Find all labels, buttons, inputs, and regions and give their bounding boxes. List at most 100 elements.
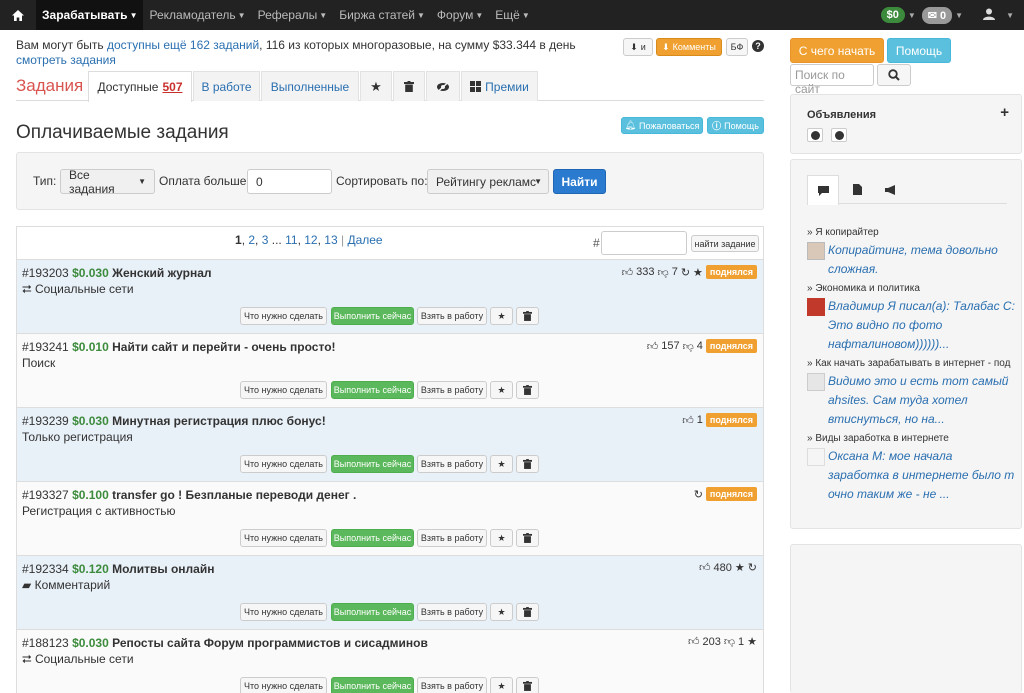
feed-topic[interactable]: » Я копирайтер	[807, 226, 1015, 240]
available-tasks-link[interactable]: доступны ещё 162 заданий	[107, 38, 259, 52]
favorite-button[interactable]: ★	[490, 677, 513, 693]
task-id-input[interactable]	[601, 231, 687, 255]
favorite-button[interactable]: ★	[490, 603, 513, 621]
page-11-link[interactable]: 11	[285, 233, 297, 247]
take-to-work-button[interactable]: Взять в работу	[417, 603, 487, 621]
task-title[interactable]: #193203 $0.030 Женский журнал	[22, 266, 212, 280]
task-title[interactable]: #193241 $0.010 Найти сайт и перейти - оч…	[22, 340, 336, 354]
view-tasks-link[interactable]: смотреть задания	[16, 53, 116, 67]
what-to-do-button[interactable]: Что нужно сделать	[240, 455, 327, 473]
help-button[interactable]: ⓘ Помощь	[707, 117, 764, 134]
hide-button[interactable]	[516, 381, 539, 399]
take-to-work-button[interactable]: Взять в работу	[417, 381, 487, 399]
tab-available[interactable]: Доступные 507	[88, 71, 192, 102]
page-12-link[interactable]: 12	[304, 233, 317, 247]
avatar	[807, 298, 825, 316]
feed-comment-text[interactable]: Копирайтинг, тема довольно сложная.	[828, 241, 1015, 279]
hide-button[interactable]	[516, 307, 539, 325]
tab-hidden[interactable]	[426, 71, 460, 101]
site-search-input[interactable]: Поиск по сайт	[790, 64, 874, 96]
feed-topic[interactable]: » Виды заработка в интернете	[807, 432, 1015, 446]
nav-forum[interactable]: Форум ▼	[431, 0, 489, 30]
task-row: #188123 $0.030 Репосты сайта Форум прогр…	[17, 629, 763, 693]
feed-comment-text[interactable]: Оксана М: мое начала заработка в интерне…	[828, 447, 1015, 504]
what-to-do-button[interactable]: Что нужно сделать	[240, 603, 327, 621]
find-task-button[interactable]: найти задание	[691, 235, 759, 252]
task-price: $0.030	[72, 636, 109, 650]
nav-advertiser[interactable]: Рекламодатель ▼	[143, 0, 251, 30]
favorite-button[interactable]: ★	[490, 381, 513, 399]
do-now-button[interactable]: Выполнить сейчас	[331, 529, 414, 547]
tab-in-work[interactable]: В работе	[193, 71, 260, 101]
favorite-button[interactable]: ★	[490, 307, 513, 325]
mail-badge[interactable]: ✉ 0	[921, 6, 953, 24]
getting-started-button[interactable]: С чего начать	[790, 38, 884, 63]
what-to-do-button[interactable]: Что нужно сделать	[240, 307, 327, 325]
bf-button[interactable]: БФ	[726, 38, 748, 56]
page-1: 1	[235, 233, 242, 247]
task-row: #193203 $0.030 Женский журнал ⮂ Социальн…	[17, 259, 763, 333]
feed-topic[interactable]: » Экономика и политика	[807, 282, 1015, 296]
tab-announcements[interactable]	[875, 175, 907, 204]
task-title[interactable]: #193239 $0.030 Минутная регистрация плюс…	[22, 414, 326, 428]
tab-favorites[interactable]: ★	[360, 71, 392, 101]
task-category-label: Социальные сети	[34, 282, 134, 296]
sidebar-help-button[interactable]: Помощь	[887, 38, 951, 63]
user-icon[interactable]	[983, 8, 996, 23]
what-to-do-button[interactable]: Что нужно сделать	[240, 677, 327, 693]
tab-articles[interactable]	[841, 175, 873, 204]
do-now-button[interactable]: Выполнить сейчас	[331, 455, 414, 473]
type-select[interactable]: Все задания ▼	[60, 168, 155, 196]
feed-topic[interactable]: » Как начать зарабатывать в интернет - п…	[807, 357, 1015, 371]
nav-referrals[interactable]: Рефералы ▼	[252, 0, 334, 30]
nav-earn[interactable]: Зарабатывать ▼	[36, 0, 144, 30]
ads-prev-button[interactable]	[807, 128, 823, 142]
find-button[interactable]: Найти	[553, 169, 606, 194]
hide-button[interactable]	[516, 529, 539, 547]
nav-article-exchange[interactable]: Биржа статей ▼	[333, 0, 431, 30]
do-now-button[interactable]: Выполнить сейчас	[331, 603, 414, 621]
search-button[interactable]	[877, 64, 911, 86]
tab-comments[interactable]	[807, 175, 839, 205]
hide-button[interactable]	[516, 677, 539, 693]
do-now-button[interactable]: Выполнить сейчас	[331, 677, 414, 693]
comments-button[interactable]: ⬇ Комменты	[656, 38, 722, 56]
complain-button[interactable]: 🔔︎ Пожаловаться	[621, 117, 703, 134]
tab-bonuses[interactable]: Премии	[461, 71, 538, 101]
star-icon: ★	[497, 606, 506, 617]
take-to-work-button[interactable]: Взять в работу	[417, 307, 487, 325]
page-13-link[interactable]: 13	[324, 233, 337, 247]
sort-select[interactable]: Рейтингу рекламс ▼	[427, 169, 549, 194]
hide-button[interactable]	[516, 455, 539, 473]
feed-comment-text[interactable]: Видимо это и есть тот самый ahsites. Сам…	[828, 372, 1015, 429]
task-title[interactable]: #193327 $0.100 transfer go ! Безпланые п…	[22, 488, 356, 502]
tab-done[interactable]: Выполненные	[261, 71, 359, 101]
download-label: и	[640, 42, 646, 52]
do-now-button[interactable]: Выполнить сейчас	[331, 381, 414, 399]
what-to-do-button[interactable]: Что нужно сделать	[240, 529, 327, 547]
ads-next-button[interactable]	[831, 128, 847, 142]
task-title[interactable]: #188123 $0.030 Репосты сайта Форум прогр…	[22, 636, 428, 650]
pay-input[interactable]: 0	[247, 169, 332, 194]
nav-more[interactable]: Ещё ▼	[489, 0, 535, 30]
page-2-link[interactable]: 2	[248, 233, 255, 247]
take-to-work-button[interactable]: Взять в работу	[417, 529, 487, 547]
help-question-icon[interactable]: ?	[752, 40, 764, 52]
task-title[interactable]: #192334 $0.120 Молитвы онлайн	[22, 562, 214, 576]
balance-badge[interactable]: $0	[880, 7, 905, 23]
home-icon[interactable]	[0, 0, 36, 30]
favorite-button[interactable]: ★	[490, 529, 513, 547]
take-to-work-button[interactable]: Взять в работу	[417, 455, 487, 473]
feed-comment-text[interactable]: Владимир Я писал(а): Талабас С: Это видн…	[828, 297, 1015, 354]
next-page-link[interactable]: Далее	[347, 233, 382, 247]
page-3-link[interactable]: 3	[262, 233, 269, 247]
add-ad-button[interactable]: +	[1000, 104, 1009, 121]
hide-button[interactable]	[516, 603, 539, 621]
caret-down-icon: ▼	[534, 177, 542, 186]
download-button[interactable]: ⬇ и	[623, 38, 653, 56]
tab-trash[interactable]	[393, 71, 425, 101]
favorite-button[interactable]: ★	[490, 455, 513, 473]
do-now-button[interactable]: Выполнить сейчас	[331, 307, 414, 325]
take-to-work-button[interactable]: Взять в работу	[417, 677, 487, 693]
what-to-do-button[interactable]: Что нужно сделать	[240, 381, 327, 399]
